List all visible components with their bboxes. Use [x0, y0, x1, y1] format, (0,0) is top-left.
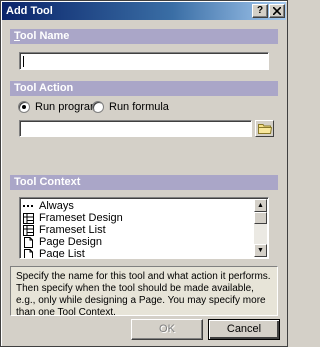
add-tool-dialog: Add Tool ? Tool Name Tool Action Run pro…	[0, 0, 288, 347]
browse-button[interactable]	[255, 120, 274, 137]
list-item-label: Frameset Design	[39, 212, 123, 224]
tool-context-header: Tool Context	[10, 175, 278, 190]
list-item-label: Page List	[39, 248, 85, 259]
help-button[interactable]: ?	[252, 4, 268, 18]
run-formula-radio[interactable]	[92, 101, 104, 113]
run-formula-label: Run formula	[109, 101, 169, 113]
window-title: Add Tool	[6, 5, 53, 17]
list-item-label: Page Design	[39, 236, 102, 248]
program-path-input[interactable]	[19, 120, 252, 137]
tool-action-header-label: Tool Action	[14, 82, 74, 94]
run-program-label: Run program	[35, 101, 100, 113]
run-formula-option[interactable]: Run formula	[92, 100, 169, 114]
list-item[interactable]: Frameset List	[22, 224, 254, 236]
list-item-label: Always	[39, 200, 74, 212]
page-icon	[22, 236, 34, 248]
list-item[interactable]: Page List	[22, 248, 254, 259]
run-program-option[interactable]: Run program	[18, 100, 99, 114]
folder-icon	[257, 124, 272, 134]
text-caret	[23, 55, 24, 67]
title-bar[interactable]: Add Tool ?	[2, 2, 286, 20]
close-button[interactable]	[269, 4, 285, 18]
list-item[interactable]: Page Design	[22, 236, 254, 248]
scroll-down-button[interactable]: ▼	[254, 244, 267, 257]
tool-name-header: Tool Name	[10, 29, 278, 44]
tool-context-header-label: Tool Context	[14, 176, 81, 188]
cancel-button[interactable]: Cancel	[208, 319, 280, 340]
list-scrollbar[interactable]: ▲ ▼	[254, 199, 267, 257]
ok-button[interactable]: OK	[131, 319, 203, 340]
frameset-icon	[22, 224, 34, 236]
close-icon	[272, 6, 282, 16]
ellipsis-icon	[22, 201, 34, 212]
tool-name-input[interactable]	[19, 52, 269, 70]
run-program-radio[interactable]	[18, 101, 30, 113]
scroll-up-button[interactable]: ▲	[254, 199, 267, 212]
frameset-icon	[22, 212, 34, 224]
page-icon	[22, 248, 34, 258]
list-item[interactable]: Always	[22, 200, 254, 212]
tool-context-list[interactable]: Always Frameset Design Frameset List Pag…	[19, 197, 269, 259]
list-item[interactable]: Frameset Design	[22, 212, 254, 224]
scroll-thumb[interactable]	[254, 212, 267, 224]
tool-action-header: Tool Action	[10, 81, 278, 96]
list-item-label: Frameset List	[39, 224, 106, 236]
help-text: Specify the name for this tool and what …	[10, 266, 278, 318]
